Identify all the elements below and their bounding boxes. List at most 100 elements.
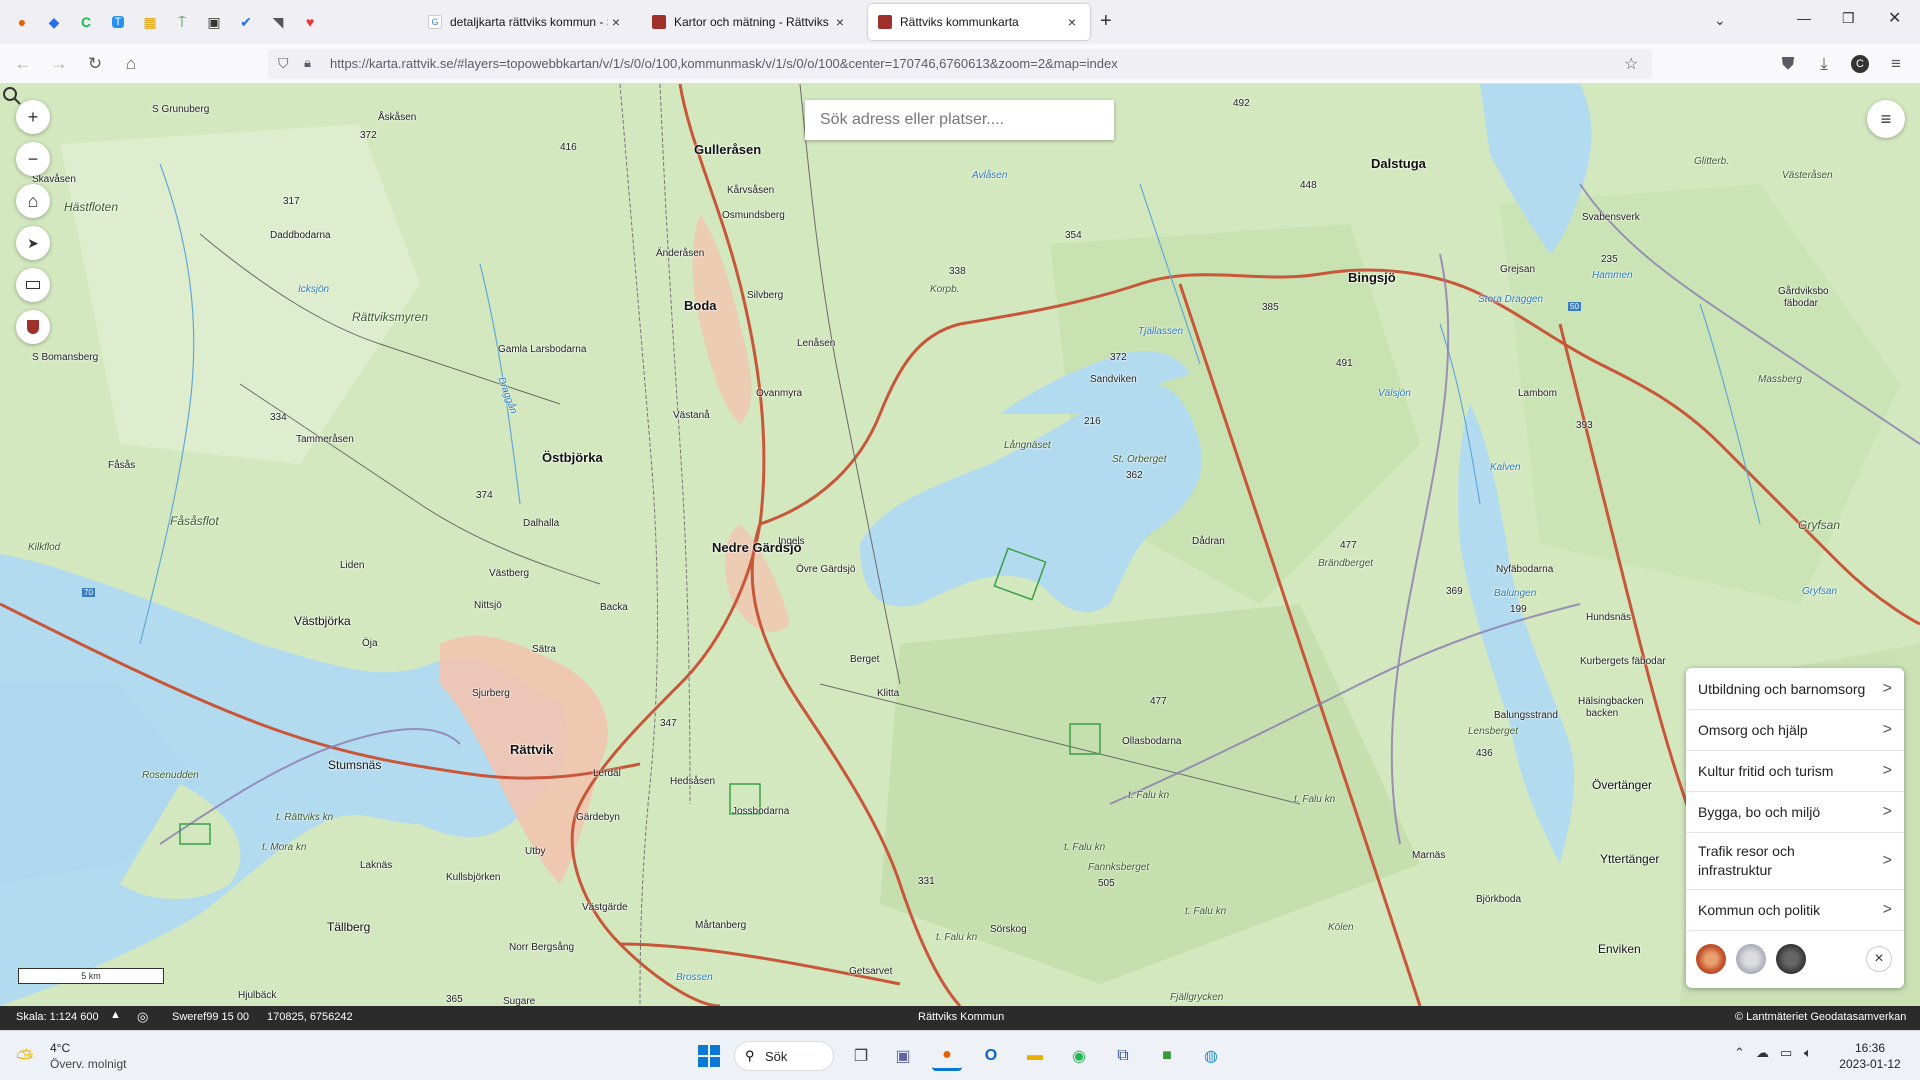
task-view-icon[interactable]: ❐: [846, 1041, 876, 1071]
back-icon[interactable]: ←: [9, 50, 37, 78]
place-label: Hundsnäs: [1586, 612, 1632, 623]
pinned-tab-4-icon[interactable]: ▦: [136, 8, 164, 36]
crest-button[interactable]: [16, 310, 50, 344]
spotify-icon[interactable]: ◉: [1064, 1041, 1094, 1071]
pinned-tab-1-icon[interactable]: ◆: [40, 8, 68, 36]
teams-chat-icon[interactable]: ▣: [888, 1041, 918, 1071]
close-panel-button[interactable]: ×: [1866, 946, 1892, 972]
place-label: Dalhalla: [523, 518, 560, 529]
minimize-icon[interactable]: —: [1797, 10, 1811, 26]
map-layer-grey-icon[interactable]: [1736, 944, 1766, 974]
elevation-label: 362: [1126, 470, 1143, 481]
projection-icon[interactable]: ◎: [137, 1009, 148, 1025]
pinned-tab-6-icon[interactable]: ▣: [200, 8, 228, 36]
hamburger-menu-button[interactable]: ≡: [1867, 100, 1905, 138]
weather-desc[interactable]: Överv. molnigt: [50, 1057, 126, 1071]
pinned-tab-8-icon[interactable]: ◥: [264, 8, 292, 36]
menu-item-kommun[interactable]: Kommun och politik >: [1686, 890, 1904, 931]
pinned-tab-7-icon[interactable]: ✔: [232, 8, 260, 36]
url-bar[interactable]: ⛉ 🔒︎ https://karta.rattvik.se/#layers=to…: [268, 49, 1652, 79]
volume-icon[interactable]: 🔈︎: [1804, 1045, 1812, 1061]
tab-3-active[interactable]: Rättviks kommunkarta ×: [868, 4, 1090, 40]
place-label: Hälsingbacken: [1578, 696, 1644, 707]
firefox-taskbar-icon[interactable]: ●: [932, 1041, 962, 1071]
pinned-tab-3-icon[interactable]: T: [104, 8, 132, 36]
lake-label: Balungen: [1494, 588, 1537, 599]
restore-icon[interactable]: ❐: [1842, 10, 1855, 27]
tab-1[interactable]: G detaljkarta rättviks kommun - S ×: [418, 4, 634, 40]
clock-time[interactable]: 16:36: [1840, 1041, 1900, 1055]
menu-item-trafik[interactable]: Trafik resor och infrastruktur >: [1686, 833, 1904, 890]
tab-2[interactable]: Kartor och mätning - Rättviks k ×: [642, 4, 858, 40]
pinned-tab-2-icon[interactable]: C: [72, 8, 100, 36]
tray-overflow-icon[interactable]: ⌃: [1734, 1045, 1745, 1061]
search-input[interactable]: [805, 100, 1114, 140]
place-label: Tammeråsen: [296, 434, 354, 445]
place-label: Björkboda: [1476, 894, 1522, 905]
chevron-right-icon: >: [1882, 762, 1892, 779]
home-icon[interactable]: ⌂: [117, 50, 145, 78]
onedrive-icon[interactable]: ☁: [1756, 1045, 1769, 1061]
weather-icon[interactable]: ⛅︎: [16, 1045, 34, 1071]
tab-2-close-icon[interactable]: ×: [832, 14, 848, 30]
place-label: S Bomansberg: [32, 352, 99, 363]
hamburger-icon: ≡: [1880, 108, 1892, 129]
place-label: Övertänger: [1592, 778, 1653, 792]
remote-desktop-icon[interactable]: ⧉: [1108, 1041, 1138, 1071]
pocket-icon[interactable]: ⛊: [1774, 50, 1802, 78]
taskbar-search-box[interactable]: Sök ⚲: [734, 1041, 834, 1071]
menu-item-kultur[interactable]: Kultur fritid och turism >: [1686, 751, 1904, 792]
elevation-label: 216: [1084, 416, 1101, 427]
tracking-protection-icon[interactable]: ⛉: [278, 55, 289, 72]
zoom-out-button[interactable]: −: [16, 142, 50, 176]
reload-icon[interactable]: ↻: [81, 50, 109, 78]
app-menu-icon[interactable]: ≡: [1882, 50, 1910, 78]
url-text[interactable]: https://karta.rattvik.se/#layers=topoweb…: [330, 56, 1118, 71]
place-label: Ovanmyra: [756, 388, 803, 399]
measure-button[interactable]: [16, 268, 50, 302]
geolocation-button[interactable]: ➤: [16, 226, 50, 260]
clock-date[interactable]: 2023-01-12: [1836, 1057, 1904, 1071]
menu-item-label: Kultur fritid och turism: [1698, 763, 1834, 779]
weather-temp[interactable]: 4°C: [50, 1041, 70, 1055]
place-label: Gårdviksbo: [1778, 286, 1829, 297]
home-extent-button[interactable]: ⌂: [16, 184, 50, 218]
pinned-tab-5-icon[interactable]: ⍑: [168, 8, 196, 36]
forward-icon[interactable]: →: [45, 50, 73, 78]
list-all-tabs-icon[interactable]: ⌄: [1714, 12, 1726, 29]
rattvik-crest-icon: [652, 15, 666, 29]
downloads-icon[interactable]: ⤓: [1810, 50, 1838, 78]
place-label: Östbjörka: [542, 450, 603, 465]
account-icon[interactable]: C: [1846, 50, 1874, 78]
tab-1-close-icon[interactable]: ×: [608, 14, 624, 30]
place-label: Backa: [600, 602, 628, 613]
elevation-label: 385: [1262, 302, 1279, 313]
map-layer-topo-icon[interactable]: [1696, 944, 1726, 974]
menu-item-bygga[interactable]: Bygga, bo och miljö >: [1686, 792, 1904, 833]
start-button[interactable]: [694, 1041, 724, 1071]
minecraft-icon[interactable]: ■: [1152, 1041, 1182, 1071]
new-tab-button[interactable]: +: [1100, 10, 1112, 33]
search-icon[interactable]: [0, 84, 24, 108]
tab-3-close-icon[interactable]: ×: [1064, 14, 1080, 30]
category-menu-panel: Utbildning och barnomsorg > Omsorg och h…: [1686, 668, 1904, 988]
pinned-tab-9-icon[interactable]: ♥: [296, 8, 324, 36]
firefox-view-icon[interactable]: ●: [8, 8, 36, 36]
bookmark-star-icon[interactable]: ☆: [1624, 54, 1638, 74]
projection-readout[interactable]: Sweref99 15 00: [172, 1011, 249, 1023]
lock-icon[interactable]: 🔒︎: [304, 55, 311, 71]
file-explorer-icon[interactable]: ▬: [1020, 1041, 1050, 1071]
outlook-icon[interactable]: O: [976, 1041, 1006, 1071]
place-label: Öja: [362, 638, 378, 649]
window-close-icon[interactable]: ✕: [1888, 8, 1901, 28]
place-label: Sugare: [503, 996, 536, 1006]
menu-item-utbildning[interactable]: Utbildning och barnomsorg >: [1686, 668, 1904, 710]
network-icon[interactable]: ▭: [1780, 1045, 1792, 1061]
menu-item-omsorg[interactable]: Omsorg och hjälp >: [1686, 710, 1904, 751]
globe-app-icon[interactable]: ◍: [1196, 1041, 1226, 1071]
scale-readout[interactable]: Skala: 1:124 600: [16, 1011, 99, 1023]
map-layer-aerial-icon[interactable]: [1776, 944, 1806, 974]
map-canvas[interactable]: S Grunuberg Åskåsen 372 416 Gulleråsen K…: [0, 84, 1920, 1006]
place-label: Utby: [525, 846, 546, 857]
scale-dropdown-icon[interactable]: ▲: [110, 1009, 121, 1021]
